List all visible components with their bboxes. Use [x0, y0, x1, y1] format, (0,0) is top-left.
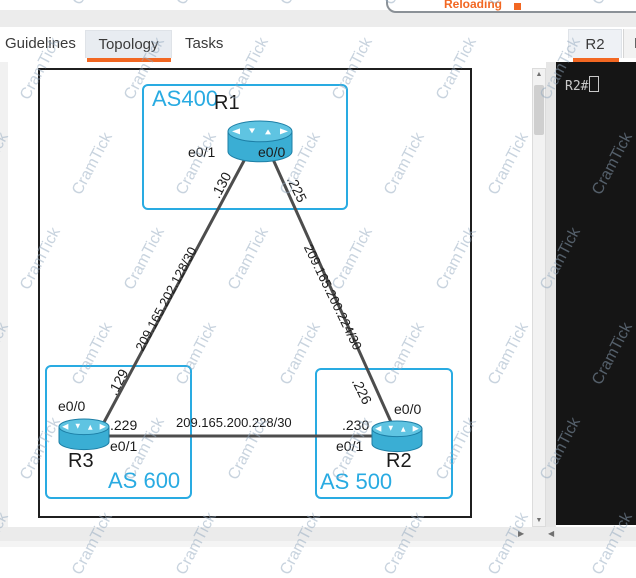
tab-guidelines[interactable]: Guidelines [5, 30, 76, 58]
r3-label: R3 [68, 450, 94, 473]
watermark-text: CramTick [173, 0, 221, 8]
watermark-text: CramTick [485, 320, 533, 388]
addr-230-label: .230 [342, 417, 369, 433]
as600-label: AS 600 [108, 468, 180, 494]
scroll-up-arrow-icon[interactable]: ▲ [533, 71, 545, 78]
terminal-cursor [589, 76, 599, 92]
vertical-scrollbar-thumb[interactable] [534, 85, 544, 135]
vertical-scrollbar[interactable]: ▲ ▼ [532, 68, 546, 527]
terminal-console[interactable]: R2# [556, 62, 636, 525]
clipped-orange-link[interactable]: Reloading [444, 0, 502, 11]
console-tab-r2[interactable]: R2 [568, 29, 622, 58]
console-tab-underline [573, 58, 619, 62]
watermark-text: CramTick [0, 0, 13, 8]
orange-square-icon [514, 3, 521, 10]
as500-label: AS 500 [320, 469, 392, 495]
watermark-text: CramTick [69, 0, 117, 8]
r2-e01-label: e0/1 [336, 438, 363, 454]
scroll-left-arrow-icon[interactable]: ◀ [548, 529, 554, 538]
tab-tasks[interactable]: Tasks [185, 30, 223, 58]
watermark-text: CramTick [485, 130, 533, 198]
r1-e00-label: e0/0 [258, 144, 285, 160]
pane-divider [546, 62, 556, 527]
clipped-dialog: Reloading [386, 0, 636, 13]
bottom-strip [0, 541, 636, 547]
addr-229-label: .229 [110, 417, 137, 433]
watermark-text: CramTick [277, 0, 325, 8]
tab-topology[interactable]: Topology [85, 30, 172, 58]
console-tab-partial[interactable]: R [623, 29, 636, 58]
as400-label: AS400 [152, 86, 218, 112]
terminal-prompt-line[interactable]: R2# [565, 76, 599, 94]
scroll-right-arrow-icon[interactable]: ▶ [518, 529, 524, 538]
scroll-down-arrow-icon[interactable]: ▼ [533, 517, 545, 524]
r3-e01-label: e0/1 [110, 438, 137, 454]
active-tab-underline [87, 58, 171, 62]
subnet-200-228-label: 209.165.200.228/30 [176, 415, 292, 430]
r1-e01-label: e0/1 [188, 144, 215, 160]
r1-label: R1 [214, 92, 240, 115]
left-gutter [0, 62, 8, 547]
terminal-prompt: R2# [565, 79, 588, 94]
horizontal-scrollbar-track[interactable] [0, 527, 636, 541]
r2-e00-label: e0/0 [394, 401, 421, 417]
r3-e00-label: e0/0 [58, 398, 85, 414]
